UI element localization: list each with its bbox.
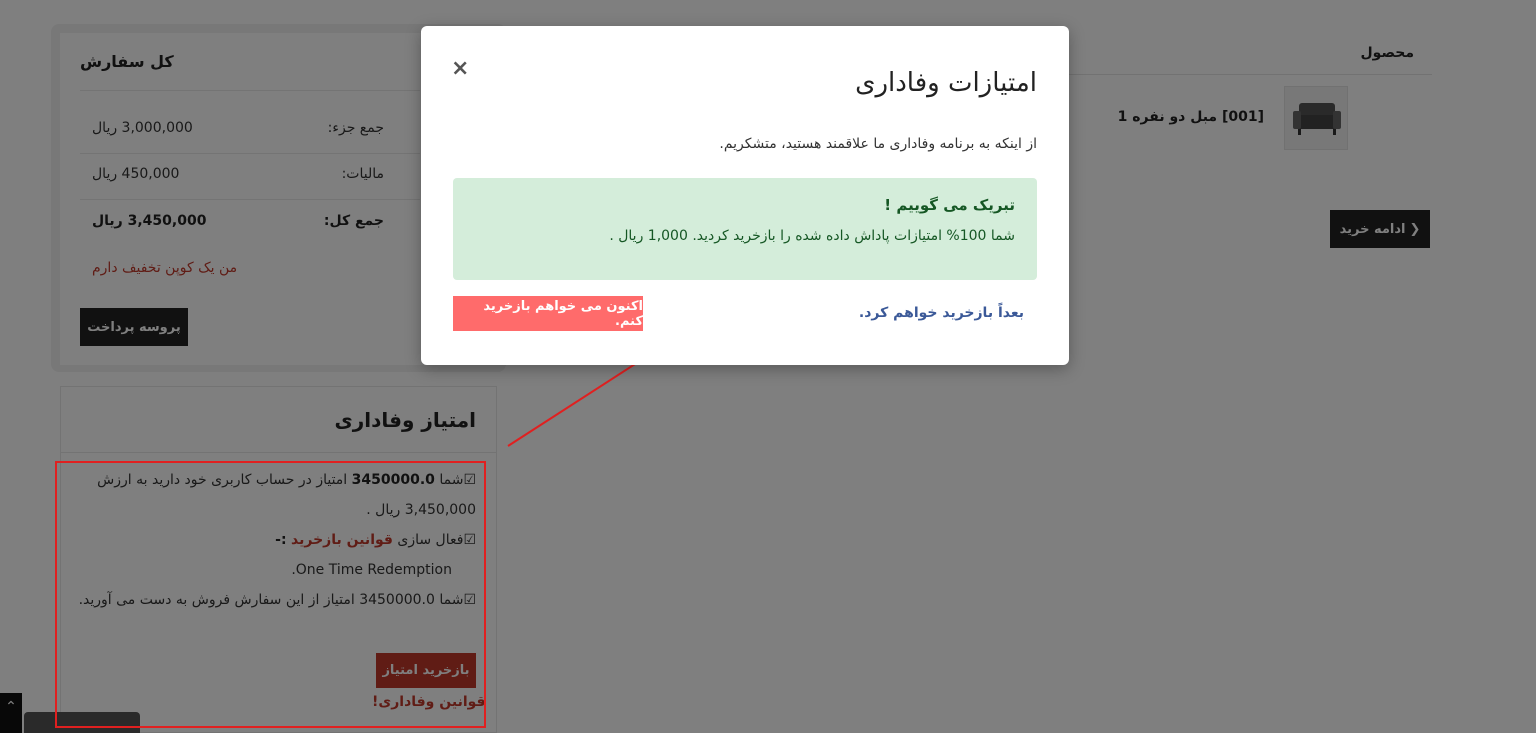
modal-body-text: از اینکه به برنامه وفاداری ما علاقمند هس… <box>719 136 1037 152</box>
close-icon[interactable]: × <box>451 56 469 81</box>
redeem-now-button[interactable]: اکنون می خواهم بازخرید کنم. <box>453 296 643 331</box>
alert-text: شما 100% امتیازات پاداش داده شده را بازخ… <box>609 228 1015 244</box>
loyalty-modal: × امتیازات وفاداری از اینکه به برنامه وف… <box>421 26 1069 365</box>
success-alert: تبریک می گوییم ! شما 100% امتیازات پاداش… <box>453 178 1037 280</box>
page: محصول [001] مبل دو نفره 1 ❮ ادامه خرید ک… <box>0 0 1536 733</box>
alert-heading: تبریک می گوییم ! <box>884 196 1015 214</box>
redeem-later-link[interactable]: بعداً بازخرید خواهم کرد. <box>859 305 1024 321</box>
annotation-highlight <box>55 461 486 728</box>
modal-title: امتیازات وفاداری <box>855 68 1037 98</box>
